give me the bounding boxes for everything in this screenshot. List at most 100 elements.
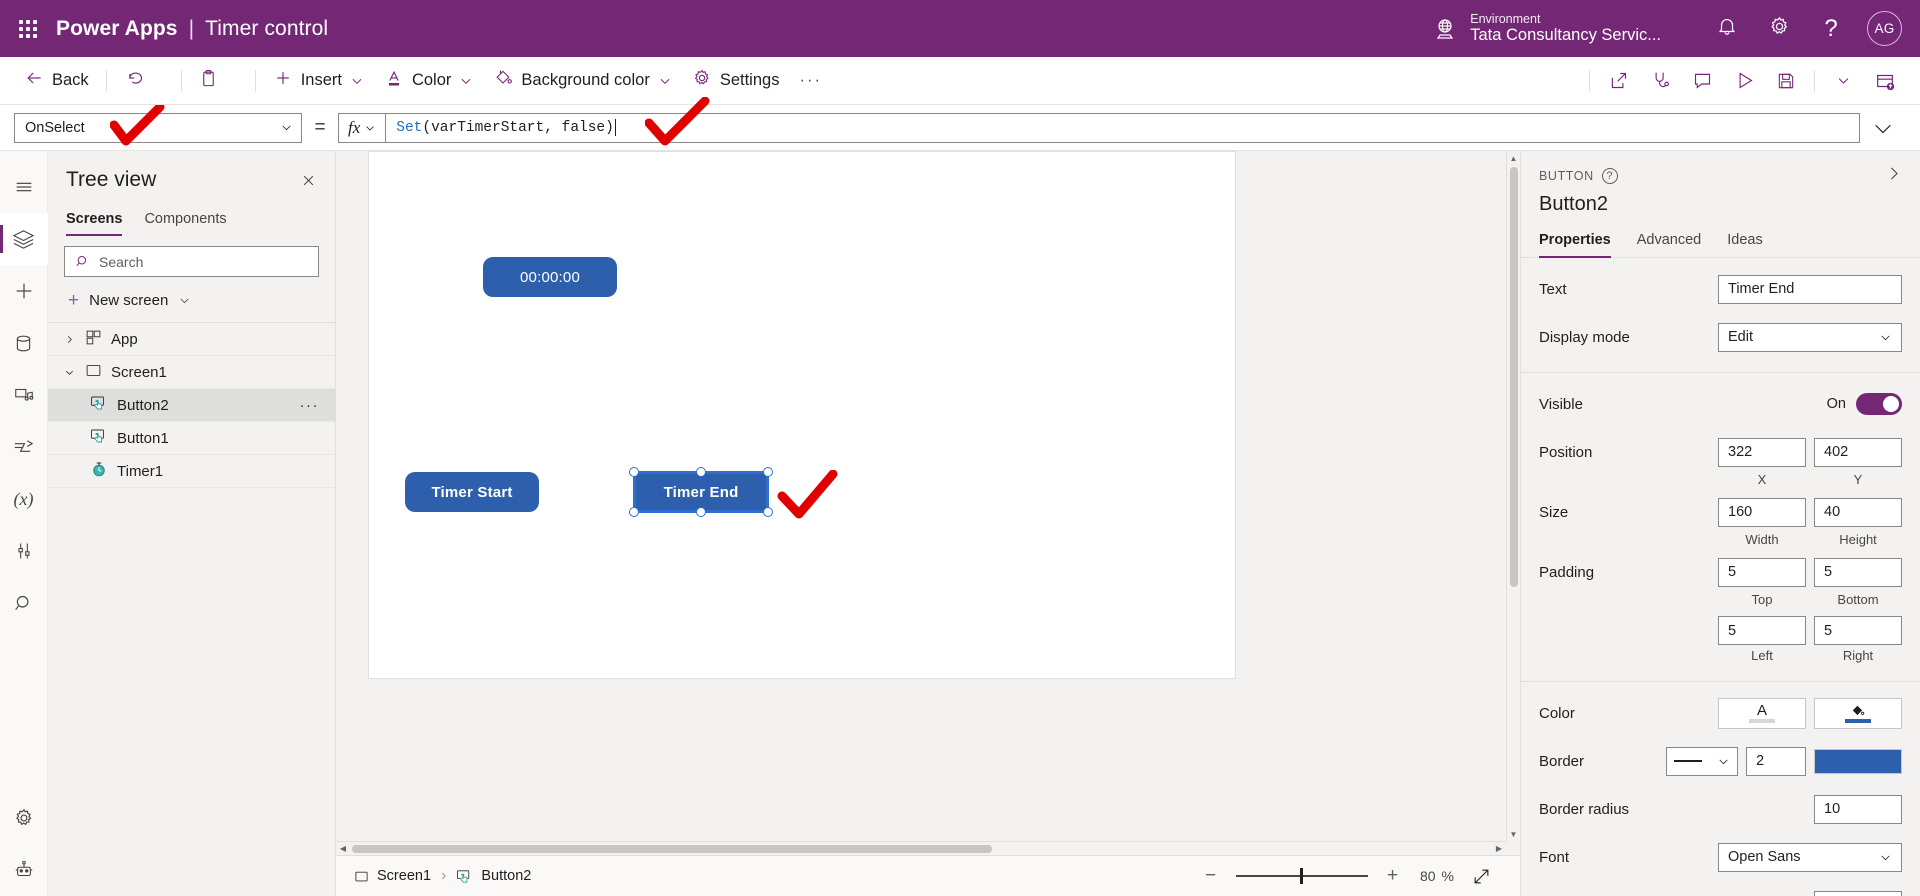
- border-style-select[interactable]: [1666, 746, 1738, 776]
- zoom-slider-thumb[interactable]: [1299, 868, 1303, 884]
- more-commands-button[interactable]: ···: [789, 64, 831, 98]
- tab-screens[interactable]: Screens: [66, 205, 123, 236]
- chevron-right-icon[interactable]: [62, 334, 76, 345]
- rail-powerautomate-button[interactable]: [0, 421, 48, 473]
- rail-media-button[interactable]: [0, 369, 48, 421]
- rail-insert-button[interactable]: [0, 265, 48, 317]
- fx-button[interactable]: fx: [338, 112, 386, 143]
- size-height-input[interactable]: 40: [1814, 497, 1902, 527]
- position-x-input[interactable]: 322: [1718, 437, 1806, 467]
- resize-handle-top-right[interactable]: [763, 467, 773, 477]
- tree-item-button2[interactable]: Button2 ···: [48, 389, 335, 422]
- scroll-right-arrow[interactable]: ▶: [1492, 844, 1506, 853]
- search-input[interactable]: Search: [64, 246, 319, 277]
- formula-input[interactable]: Set (varTimerStart, false): [385, 112, 1860, 143]
- rail-data-button[interactable]: [0, 317, 48, 369]
- scroll-up-arrow[interactable]: ▲: [1510, 151, 1518, 165]
- rail-settings-button[interactable]: [0, 792, 48, 844]
- font-size-input[interactable]: 15: [1814, 890, 1902, 896]
- visible-toggle[interactable]: [1856, 393, 1902, 415]
- color-button[interactable]: Color: [374, 64, 483, 98]
- chevron-down-icon[interactable]: [62, 367, 76, 378]
- save-button[interactable]: [1765, 63, 1807, 99]
- tree-item-button1[interactable]: Button1: [48, 422, 335, 455]
- undo-button[interactable]: [114, 64, 154, 98]
- tree-item-timer1[interactable]: Timer1: [48, 455, 335, 488]
- font-select[interactable]: Open Sans: [1718, 842, 1902, 872]
- vertical-scroll-thumb[interactable]: [1509, 167, 1518, 587]
- comments-button[interactable]: [1681, 63, 1723, 99]
- canvas-area[interactable]: 00:00:00 Timer Start Timer End ▲ ▼: [336, 151, 1520, 841]
- app-checker-button[interactable]: [1639, 63, 1681, 99]
- insert-button[interactable]: Insert: [263, 64, 374, 98]
- timer-display-button[interactable]: 00:00:00: [483, 257, 617, 297]
- border-width-input[interactable]: 2: [1746, 746, 1806, 776]
- rail-tree-view-button[interactable]: [0, 213, 48, 265]
- position-y-input[interactable]: 402: [1814, 437, 1902, 467]
- document-name[interactable]: Timer control: [205, 17, 328, 41]
- paste-dropdown[interactable]: [228, 64, 248, 98]
- settings-command-button[interactable]: Settings: [682, 64, 790, 98]
- horizontal-scroll-thumb[interactable]: [352, 844, 992, 853]
- canvas-horizontal-scrollbar[interactable]: ◀ ▶: [336, 841, 1506, 855]
- preview-button[interactable]: [1723, 63, 1765, 99]
- close-icon[interactable]: [295, 167, 321, 193]
- padding-left-input[interactable]: 5: [1718, 616, 1806, 645]
- app-launcher-button[interactable]: [0, 0, 56, 57]
- text-color-button[interactable]: A: [1718, 697, 1806, 729]
- notifications-button[interactable]: [1701, 0, 1753, 57]
- background-color-button[interactable]: Background color: [483, 64, 681, 98]
- tab-advanced[interactable]: Advanced: [1637, 228, 1702, 257]
- resize-handle-bottom-left[interactable]: [629, 507, 639, 517]
- tab-components[interactable]: Components: [144, 205, 226, 236]
- rail-tools-button[interactable]: [0, 525, 48, 577]
- breadcrumb-button2[interactable]: Button2: [456, 868, 531, 885]
- brand-label[interactable]: Power Apps: [56, 17, 178, 41]
- scroll-down-arrow[interactable]: ▼: [1510, 827, 1518, 841]
- rail-copilot-button[interactable]: [0, 844, 48, 896]
- fill-color-button[interactable]: [1814, 697, 1902, 729]
- rail-variables-button[interactable]: (x): [0, 473, 48, 525]
- resize-handle-bottom-center[interactable]: [696, 507, 706, 517]
- tree-item-app[interactable]: App: [48, 323, 335, 356]
- tab-ideas[interactable]: Ideas: [1727, 228, 1762, 257]
- scroll-left-arrow[interactable]: ◀: [336, 844, 350, 853]
- tree-item-screen1[interactable]: Screen1: [48, 356, 335, 389]
- formula-expand-button[interactable]: [1860, 117, 1906, 139]
- display-mode-select[interactable]: Edit: [1718, 322, 1902, 352]
- app-screen[interactable]: 00:00:00 Timer Start Timer End: [368, 151, 1236, 679]
- publish-button[interactable]: [1864, 63, 1906, 99]
- fit-to-screen-button[interactable]: [1462, 861, 1500, 891]
- save-dropdown[interactable]: [1822, 63, 1864, 99]
- property-select[interactable]: OnSelect: [14, 112, 302, 143]
- resize-handle-top-center[interactable]: [696, 467, 706, 477]
- paste-button[interactable]: [189, 64, 228, 98]
- border-radius-input[interactable]: 10: [1814, 794, 1902, 824]
- size-width-input[interactable]: 160: [1718, 497, 1806, 527]
- zoom-in-button[interactable]: +: [1376, 861, 1410, 891]
- back-button[interactable]: Back: [14, 64, 99, 98]
- help-button[interactable]: ?: [1805, 0, 1857, 57]
- tree-item-more-icon[interactable]: ···: [300, 397, 320, 414]
- text-input[interactable]: Timer End: [1718, 274, 1902, 304]
- resize-handle-bottom-right[interactable]: [763, 507, 773, 517]
- resize-handle-top-left[interactable]: [629, 467, 639, 477]
- padding-right-input[interactable]: 5: [1814, 616, 1902, 645]
- help-icon[interactable]: ?: [1601, 168, 1618, 184]
- collapse-panel-button[interactable]: [1885, 165, 1902, 187]
- undo-dropdown[interactable]: [154, 64, 174, 98]
- timer-end-button[interactable]: Timer End: [629, 467, 773, 517]
- avatar[interactable]: AG: [1867, 11, 1902, 46]
- settings-button[interactable]: [1753, 0, 1805, 57]
- rail-search-button[interactable]: [0, 577, 48, 629]
- share-button[interactable]: [1597, 63, 1639, 99]
- zoom-out-button[interactable]: −: [1194, 861, 1228, 891]
- breadcrumb-screen1[interactable]: Screen1: [354, 868, 431, 884]
- tab-properties[interactable]: Properties: [1539, 228, 1611, 258]
- zoom-slider[interactable]: [1235, 868, 1368, 884]
- timer-start-button[interactable]: Timer Start: [405, 472, 539, 512]
- environment-picker[interactable]: Environment Tata Consultancy Servic...: [1432, 12, 1661, 45]
- new-screen-button[interactable]: + New screen: [48, 283, 335, 323]
- padding-bottom-input[interactable]: 5: [1814, 557, 1902, 587]
- border-color-swatch[interactable]: [1814, 748, 1902, 774]
